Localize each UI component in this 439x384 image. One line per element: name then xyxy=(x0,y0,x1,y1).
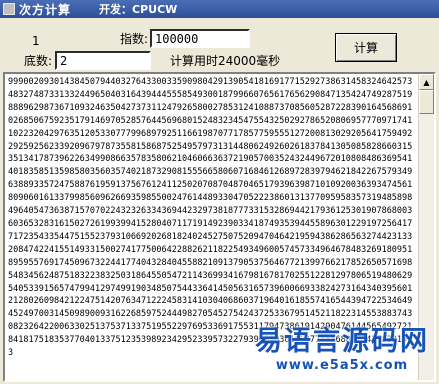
vertical-scrollbar[interactable]: ▲ xyxy=(418,74,434,380)
app-icon xyxy=(3,3,15,15)
exponent-input[interactable]: 100000 xyxy=(150,29,250,48)
calculate-button[interactable]: 计算 xyxy=(335,33,397,62)
elapsed-time-text: 计算用时24000毫秒 xyxy=(170,54,281,68)
radix-input[interactable]: 2 xyxy=(55,51,151,70)
radix-label: 底数: xyxy=(24,54,53,68)
scroll-up-button[interactable]: ▲ xyxy=(419,74,434,90)
base-value-label: 1 xyxy=(32,34,40,48)
title-bar: 次方计算 开发：CPUCW xyxy=(0,0,439,18)
result-text: 9990020930143845079440327643300335909804… xyxy=(8,77,413,359)
window-subtitle: 开发：CPUCW xyxy=(99,3,178,16)
scroll-thumb[interactable] xyxy=(419,90,434,114)
result-output[interactable]: 9990020930143845079440327643300335909804… xyxy=(3,72,436,382)
exponent-label: 指数: xyxy=(120,32,149,46)
window-title: 次方计算 xyxy=(19,2,72,17)
